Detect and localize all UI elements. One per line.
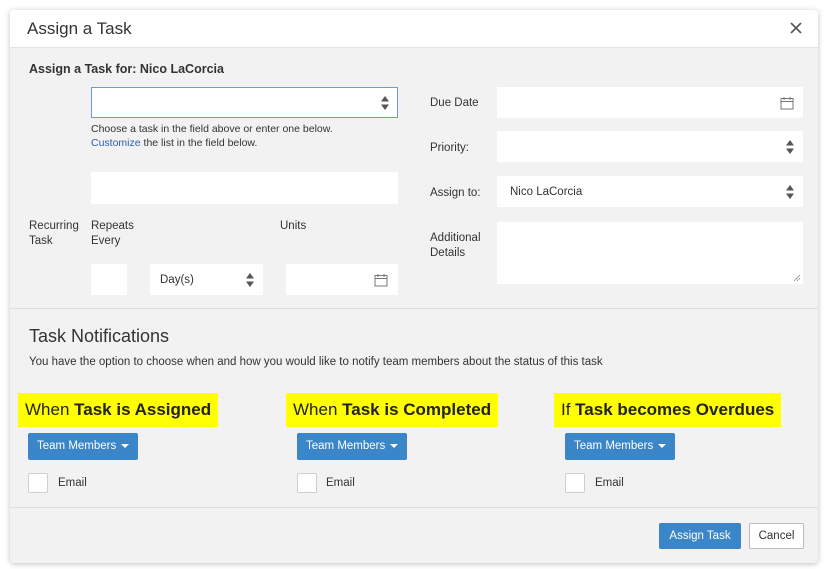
period-select[interactable]: Day(s) bbox=[150, 264, 263, 295]
when-assigned-heading: When Task is Assigned bbox=[18, 393, 219, 427]
cancel-button[interactable]: Cancel bbox=[749, 523, 804, 549]
assign-task-dialog: Assign a Task Assign a Task for: Nico La… bbox=[10, 10, 818, 563]
notifications-title: Task Notifications bbox=[29, 326, 170, 346]
updown-arrows-icon bbox=[246, 273, 254, 287]
additional-details-label: Additional Details bbox=[430, 232, 481, 259]
email-checkbox-assigned[interactable] bbox=[28, 473, 48, 493]
helper-line-2: Customize the list in the field below. bbox=[91, 136, 391, 150]
priority-label: Priority: bbox=[430, 142, 469, 154]
helper-line-2-rest: the list in the field below. bbox=[140, 137, 258, 149]
if-overdue-heading: If Task becomes Overdues bbox=[554, 393, 782, 427]
customize-link[interactable]: Customize bbox=[91, 137, 141, 149]
assign-to-label: Assign to: bbox=[430, 187, 481, 199]
additional-details-textarea[interactable] bbox=[497, 222, 803, 284]
notifications-description: You have the option to choose when and h… bbox=[29, 356, 603, 368]
assign-to-select[interactable]: Nico LaCorcia bbox=[497, 176, 803, 207]
repeats-every-label: Repeats Every bbox=[91, 220, 134, 247]
recurring-task-label: Recurring Task bbox=[29, 220, 79, 247]
task-select[interactable] bbox=[91, 87, 398, 118]
footer-divider bbox=[10, 507, 818, 508]
section-divider bbox=[10, 308, 818, 309]
caret-down-icon bbox=[658, 443, 667, 448]
task-text-input[interactable] bbox=[91, 172, 398, 204]
repeats-every-input[interactable] bbox=[91, 264, 127, 295]
assign-for-label: Assign a Task for: Nico LaCorcia bbox=[29, 62, 224, 76]
priority-select[interactable] bbox=[497, 131, 803, 162]
calendar-icon[interactable] bbox=[374, 273, 388, 287]
email-label-completed: Email bbox=[326, 477, 355, 489]
email-checkbox-overdue[interactable] bbox=[565, 473, 585, 493]
updown-arrows-icon bbox=[786, 185, 794, 199]
resize-handle-icon[interactable] bbox=[793, 274, 801, 282]
team-members-dropdown-overdue[interactable]: Team Members bbox=[565, 433, 676, 460]
when-completed-heading: When Task is Completed bbox=[286, 393, 499, 427]
email-checkbox-completed[interactable] bbox=[297, 473, 317, 493]
units-label: Units bbox=[280, 220, 307, 232]
due-date-input[interactable] bbox=[497, 87, 803, 118]
updown-arrows-icon bbox=[786, 140, 794, 154]
assign-task-button[interactable]: Assign Task bbox=[659, 523, 741, 549]
calendar-icon[interactable] bbox=[780, 96, 794, 110]
units-date-input[interactable] bbox=[286, 264, 398, 295]
updown-arrows-icon bbox=[381, 96, 389, 110]
close-icon[interactable] bbox=[786, 18, 806, 38]
team-members-dropdown-assigned[interactable]: Team Members bbox=[28, 433, 139, 460]
helper-line-1: Choose a task in the field above or ente… bbox=[91, 123, 333, 135]
caret-down-icon bbox=[121, 443, 130, 448]
dialog-title: Assign a Task bbox=[27, 19, 132, 38]
task-helper-text: Choose a task in the field above or ente… bbox=[91, 122, 391, 150]
team-members-dropdown-completed[interactable]: Team Members bbox=[297, 433, 408, 460]
dialog-header: Assign a Task bbox=[10, 10, 818, 48]
email-label-assigned: Email bbox=[58, 477, 87, 489]
due-date-label: Due Date bbox=[430, 97, 479, 109]
caret-down-icon bbox=[390, 443, 399, 448]
email-label-overdue: Email bbox=[595, 477, 624, 489]
